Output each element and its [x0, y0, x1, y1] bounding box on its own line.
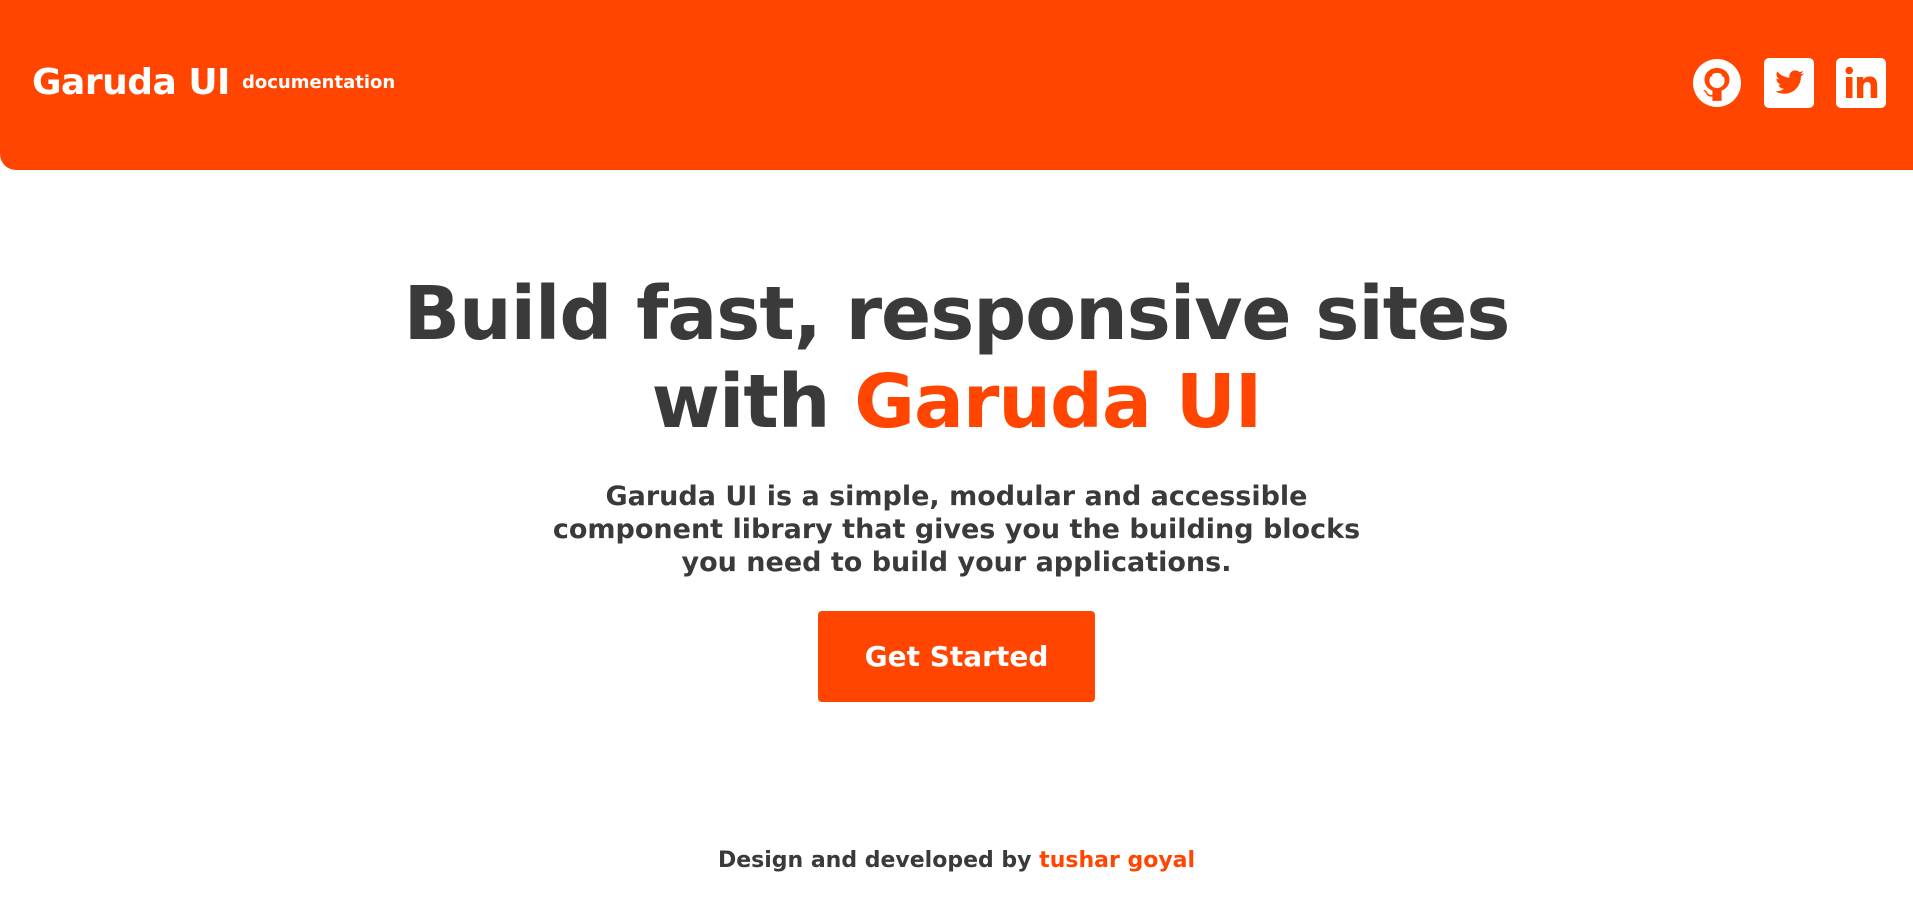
site-header: Garuda UI documentation [0, 0, 1913, 170]
twitter-link[interactable] [1763, 57, 1815, 109]
social-links [1691, 57, 1887, 109]
linkedin-icon [1836, 58, 1886, 108]
footer-text: Design and developed by [717, 848, 1032, 873]
twitter-icon [1764, 58, 1814, 108]
hero-headline: Build fast, responsive sites with Garuda… [0, 270, 1913, 446]
brand-link[interactable]: Garuda UI documentation [32, 62, 395, 103]
github-link[interactable] [1691, 57, 1743, 109]
headline-line-1: Build fast, responsive sites [403, 271, 1511, 357]
get-started-button[interactable]: Get Started [818, 611, 1095, 702]
github-icon [1693, 59, 1741, 107]
hero-description: Garuda UI is a simple, modular and acces… [552, 481, 1361, 578]
brand-subtitle: documentation [241, 72, 396, 93]
brand-name: Garuda UI [32, 62, 230, 103]
author-link[interactable]: tushar goyal [1039, 848, 1195, 873]
headline-with: with [651, 359, 831, 445]
hero-section: Build fast, responsive sites with Garuda… [0, 270, 1913, 702]
headline-accent: Garuda UI [854, 359, 1262, 445]
linkedin-link[interactable] [1835, 57, 1887, 109]
page-footer: Design and developed by tushar goyal [0, 848, 1913, 873]
